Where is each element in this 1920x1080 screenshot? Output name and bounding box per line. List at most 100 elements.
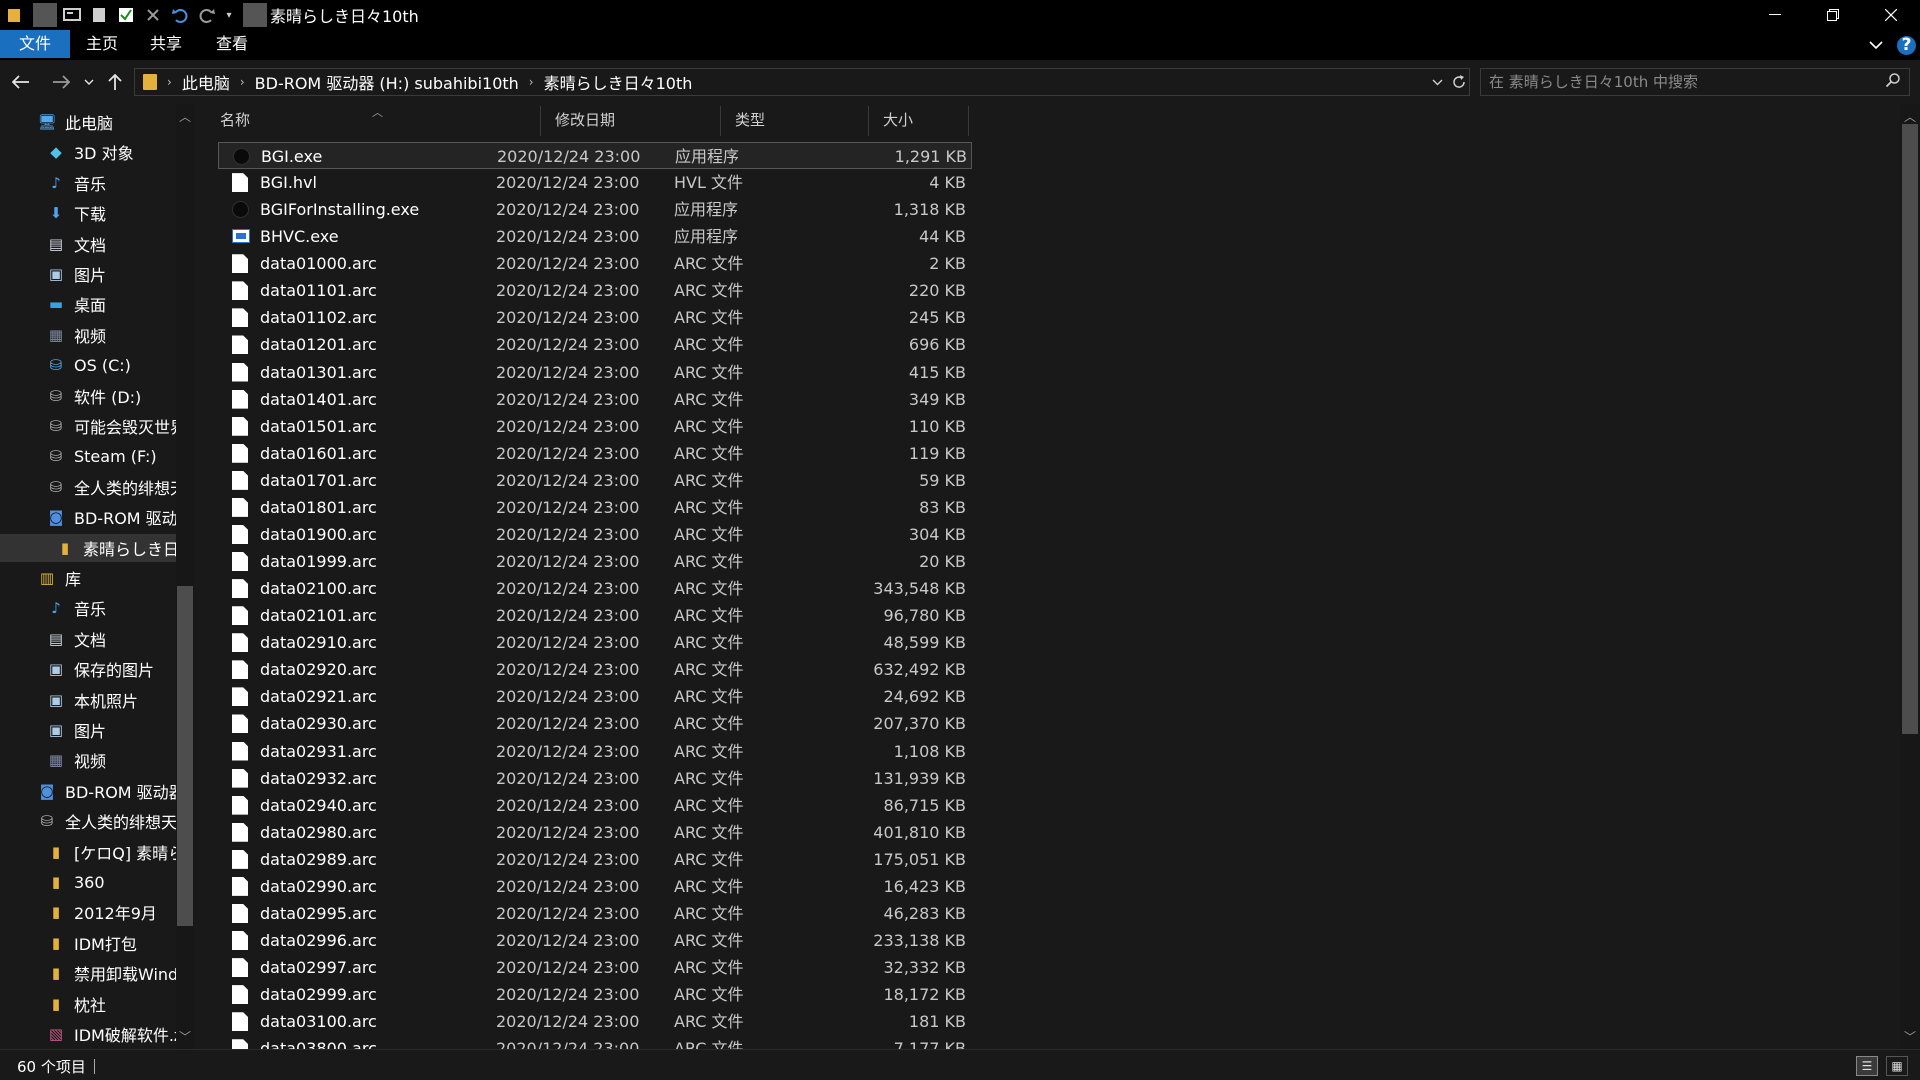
scrollbar-thumb[interactable] xyxy=(177,586,193,926)
details-view-icon[interactable]: ☰ xyxy=(1856,1056,1878,1076)
nav-item[interactable]: ▮ IDM打包 xyxy=(0,929,176,957)
scroll-up-icon[interactable]: ︿ xyxy=(179,108,191,125)
nav-item[interactable]: ▮ 禁用卸载Wind xyxy=(0,959,176,987)
file-row[interactable]: BGIForInstalling.exe 2020/12/24 23:00 应用程序… xyxy=(218,196,972,223)
customize-icon[interactable]: ▾ xyxy=(222,3,236,27)
column-divider[interactable] xyxy=(968,106,969,136)
recent-locations-icon[interactable] xyxy=(84,70,94,94)
undo-icon[interactable] xyxy=(168,3,192,27)
nav-item[interactable]: ▣ 图片 xyxy=(0,260,176,288)
nav-item[interactable]: ▮ [ケロQ] 素晴ら xyxy=(0,838,176,866)
nav-item[interactable]: ▥ 库 xyxy=(0,564,176,592)
nav-item[interactable]: ⛁ Steam (F:) xyxy=(0,442,176,470)
tab-home[interactable]: 主页 xyxy=(70,30,134,58)
up-icon[interactable] xyxy=(108,70,122,94)
nav-item[interactable]: ◆ 3D 对象 xyxy=(0,138,176,166)
file-row[interactable]: data02932.arc 2020/12/24 23:00 ARC 文件 131,9… xyxy=(218,765,972,792)
file-row[interactable]: data02920.arc 2020/12/24 23:00 ARC 文件 632,4… xyxy=(218,656,972,683)
tab-file[interactable]: 文件 xyxy=(0,30,70,58)
nav-item[interactable]: ▮ 枕社 xyxy=(0,990,176,1018)
nav-item[interactable]: ⛁ 软件 (D:) xyxy=(0,382,176,410)
file-row[interactable]: data01900.arc 2020/12/24 23:00 ARC 文件 304 K… xyxy=(218,521,972,548)
file-row[interactable]: data02996.arc 2020/12/24 23:00 ARC 文件 233,1… xyxy=(218,927,972,954)
scroll-down-icon[interactable]: ﹀ xyxy=(179,1028,191,1045)
file-row[interactable]: data01101.arc 2020/12/24 23:00 ARC 文件 220 K… xyxy=(218,277,972,304)
restore-icon[interactable] xyxy=(1804,0,1862,30)
file-row[interactable]: data02910.arc 2020/12/24 23:00 ARC 文件 48,59… xyxy=(218,629,972,656)
file-row[interactable]: data01301.arc 2020/12/24 23:00 ARC 文件 415 K… xyxy=(218,359,972,386)
file-list-scrollbar[interactable]: ︿ ﹀ xyxy=(1900,104,1920,1049)
forward-icon[interactable] xyxy=(52,70,70,94)
file-row[interactable]: data01701.arc 2020/12/24 23:00 ARC 文件 59 KB xyxy=(218,467,972,494)
nav-item[interactable]: ♪ 音乐 xyxy=(0,169,176,197)
nav-item[interactable]: ▤ 文档 xyxy=(0,625,176,653)
nav-item[interactable]: ▧ IDM破解软件.z xyxy=(0,1020,176,1048)
nav-item[interactable]: ▮ 2012年9月 xyxy=(0,898,176,926)
column-header-modified[interactable]: 修改日期 xyxy=(541,104,721,137)
new-folder-icon[interactable] xyxy=(87,3,111,27)
breadcrumb-bd-rom[interactable]: BD-ROM 驱动器 (H:) subahibi10th xyxy=(255,70,519,94)
large-icons-view-icon[interactable]: ▦ xyxy=(1886,1056,1908,1076)
file-row[interactable]: BHVC.exe 2020/12/24 23:00 应用程序 44 KB xyxy=(218,223,972,250)
scroll-down-icon[interactable]: ﹀ xyxy=(1904,1028,1916,1045)
search-input[interactable] xyxy=(1489,71,1869,93)
expand-ribbon-icon[interactable] xyxy=(1869,40,1883,50)
nav-item[interactable]: ▦ 视频 xyxy=(0,746,176,774)
file-row[interactable]: data02931.arc 2020/12/24 23:00 ARC 文件 1,108… xyxy=(218,738,972,765)
file-row[interactable]: data02980.arc 2020/12/24 23:00 ARC 文件 401,8… xyxy=(218,819,972,846)
delete-icon[interactable] xyxy=(141,3,165,27)
file-row[interactable]: data01102.arc 2020/12/24 23:00 ARC 文件 245 K… xyxy=(218,304,972,331)
file-row[interactable]: BGI.hvl 2020/12/24 23:00 HVL 文件 4 KB xyxy=(218,169,972,196)
nav-item[interactable]: ▦ 视频 xyxy=(0,321,176,349)
file-row[interactable]: data02997.arc 2020/12/24 23:00 ARC 文件 32,33… xyxy=(218,954,972,981)
file-row[interactable]: data02930.arc 2020/12/24 23:00 ARC 文件 207,3… xyxy=(218,710,972,737)
nav-item[interactable]: ▤ 文档 xyxy=(0,230,176,258)
file-row[interactable]: data03100.arc 2020/12/24 23:00 ARC 文件 181 K… xyxy=(218,1008,972,1035)
column-header-name[interactable]: 名称 xyxy=(206,104,540,137)
nav-item[interactable]: ▬ 桌面 xyxy=(0,290,176,318)
column-header-type[interactable]: 类型 xyxy=(721,104,869,137)
nav-item[interactable]: ⛁ 全人类的绯想天 xyxy=(0,807,176,835)
file-row[interactable]: data01000.arc 2020/12/24 23:00 ARC 文件 2 KB xyxy=(218,250,972,277)
file-row[interactable]: data01401.arc 2020/12/24 23:00 ARC 文件 349 K… xyxy=(218,386,972,413)
nav-item[interactable]: ⬇ 下载 xyxy=(0,199,176,227)
chevron-right-icon[interactable]: › xyxy=(529,75,534,89)
nav-item[interactable]: ◙ BD-ROM 驱动器 xyxy=(0,503,176,531)
file-row[interactable]: data02990.arc 2020/12/24 23:00 ARC 文件 16,42… xyxy=(218,873,972,900)
back-icon[interactable] xyxy=(12,70,30,94)
file-row[interactable]: data02989.arc 2020/12/24 23:00 ARC 文件 175,0… xyxy=(218,846,972,873)
nav-item[interactable]: ♪ 音乐 xyxy=(0,594,176,622)
nav-item[interactable]: ⛁ OS (C:) xyxy=(0,351,176,379)
tab-share[interactable]: 共享 xyxy=(134,30,198,58)
help-icon[interactable]: ? xyxy=(1897,35,1916,55)
nav-item[interactable]: ⛁ 全人类的绯想天 xyxy=(0,473,176,501)
breadcrumb-this-pc[interactable]: 此电脑 xyxy=(182,70,230,94)
scroll-up-icon[interactable]: ︿ xyxy=(1904,108,1916,125)
checkmark-icon[interactable] xyxy=(114,3,138,27)
properties-icon[interactable] xyxy=(60,3,84,27)
breadcrumb-current-folder[interactable]: 素晴らしき日々10th xyxy=(544,70,693,94)
file-row[interactable]: data02921.arc 2020/12/24 23:00 ARC 文件 24,69… xyxy=(218,683,972,710)
search-icon[interactable] xyxy=(1885,72,1901,92)
nav-item[interactable]: ▣ 本机照片 xyxy=(0,686,176,714)
file-row[interactable]: data02101.arc 2020/12/24 23:00 ARC 文件 96,78… xyxy=(218,602,972,629)
nav-item[interactable]: ⛁ 可能会毁灭世界 xyxy=(0,412,176,440)
file-row[interactable]: BGI.exe 2020/12/24 23:00 应用程序 1,291 KB xyxy=(218,142,972,169)
redo-icon[interactable] xyxy=(195,3,219,27)
nav-item[interactable]: ▣ 图片 xyxy=(0,716,176,744)
nav-item[interactable]: ◙ BD-ROM 驱动器 xyxy=(0,777,176,805)
nav-item[interactable]: ▮ 素晴らしき日々 xyxy=(0,533,176,562)
nav-item[interactable]: ▮ 360 xyxy=(0,868,176,896)
refresh-icon[interactable] xyxy=(1451,74,1467,90)
file-row[interactable]: data01201.arc 2020/12/24 23:00 ARC 文件 696 K… xyxy=(218,331,972,358)
file-row[interactable]: data02100.arc 2020/12/24 23:00 ARC 文件 343,5… xyxy=(218,575,972,602)
nav-item[interactable]: 🖥 此电脑 xyxy=(0,108,176,136)
file-row[interactable]: data03800.arc 2020/12/24 23:00 ARC 文件 7,177… xyxy=(218,1035,972,1049)
file-row[interactable]: data01601.arc 2020/12/24 23:00 ARC 文件 119 K… xyxy=(218,440,972,467)
tab-view[interactable]: 查看 xyxy=(198,30,266,58)
file-row[interactable]: data02999.arc 2020/12/24 23:00 ARC 文件 18,17… xyxy=(218,981,972,1008)
file-row[interactable]: data02995.arc 2020/12/24 23:00 ARC 文件 46,28… xyxy=(218,900,972,927)
nav-item[interactable]: ▣ 保存的图片 xyxy=(0,655,176,683)
file-row[interactable]: data01801.arc 2020/12/24 23:00 ARC 文件 83 KB xyxy=(218,494,972,521)
file-row[interactable]: data02940.arc 2020/12/24 23:00 ARC 文件 86,71… xyxy=(218,792,972,819)
